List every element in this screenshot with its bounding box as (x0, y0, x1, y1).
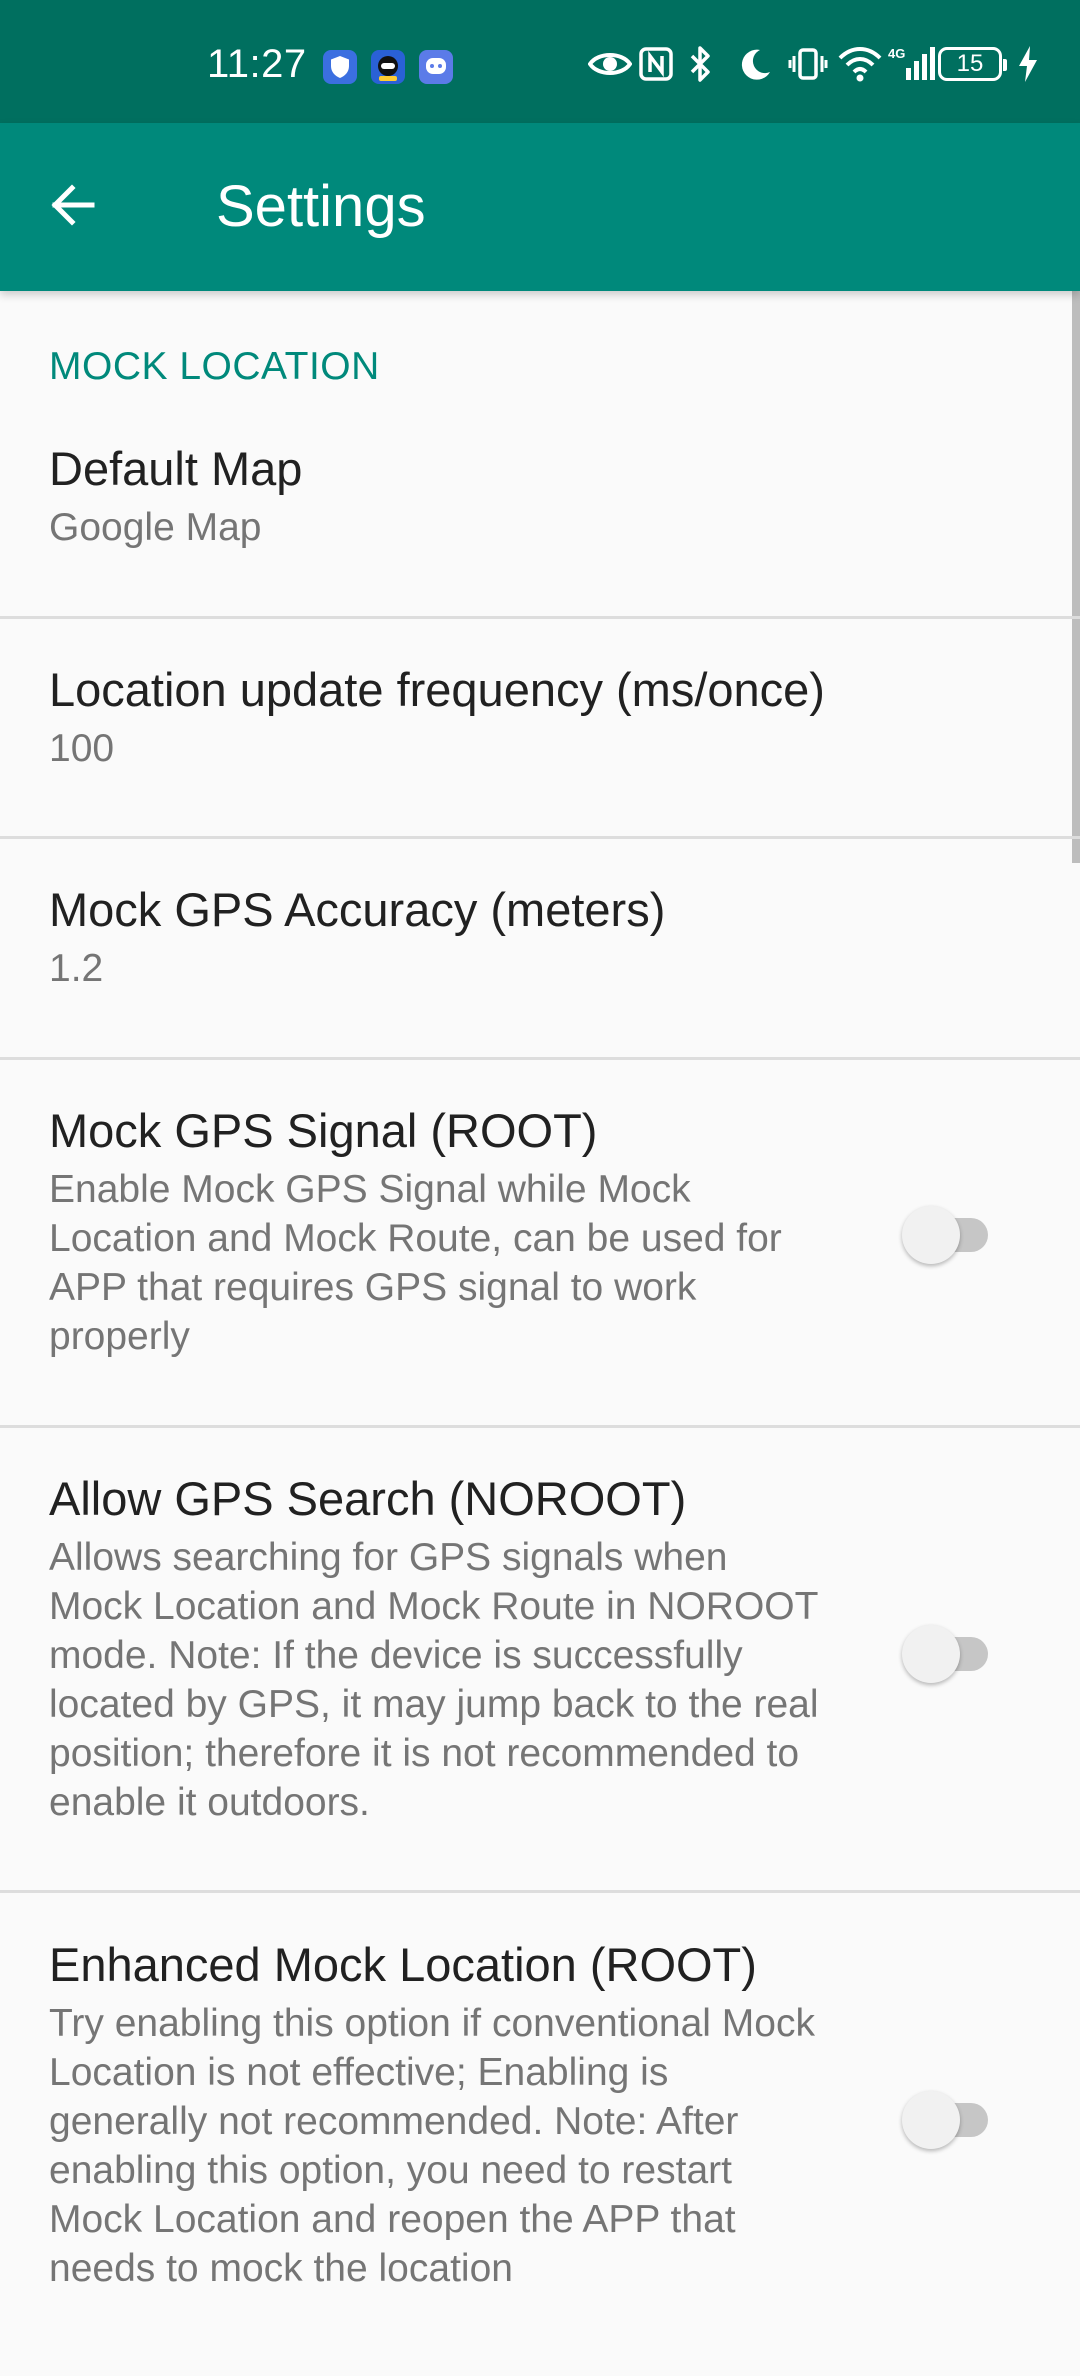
pref-summary: Google Map (49, 506, 262, 549)
pref-summary: Try enabling this option if conventional… (49, 2002, 815, 2290)
pref-title: Default Map (49, 442, 303, 495)
pref-summary: 100 (49, 727, 115, 770)
switch-thumb (902, 2091, 960, 2149)
app-bar: Settings (0, 123, 1080, 291)
pref-summary: Enable Mock GPS Signal while Mock Locati… (49, 1168, 782, 1358)
divider (0, 616, 1080, 619)
pref-title: Mock GPS Signal (ROOT) (49, 1104, 598, 1157)
pref-enhanced-mock-location[interactable]: Enhanced Mock Location (ROOT) Try enabli… (0, 1937, 1080, 2357)
wifi-icon (838, 44, 882, 84)
pref-title: Enhanced Mock Location (ROOT) (49, 1938, 757, 1991)
divider (0, 1890, 1080, 1893)
page-title: Settings (216, 174, 426, 239)
shield-app-icon (323, 50, 357, 84)
robot-app-icon (371, 50, 405, 84)
battery-icon: 15 (938, 47, 1007, 81)
pref-mock-gps-accuracy[interactable]: Mock GPS Accuracy (meters) 1.2 (0, 882, 1080, 1050)
pref-allow-gps-search[interactable]: Allow GPS Search (NOROOT) Allows searchi… (0, 1471, 1080, 1891)
status-bar: 11:27 4G 15 (0, 0, 1080, 123)
back-button[interactable] (34, 169, 110, 245)
bluetooth-icon (688, 44, 728, 84)
divider (0, 1425, 1080, 1428)
pref-location-update-frequency[interactable]: Location update frequency (ms/once) 100 (0, 662, 1080, 830)
switch-thumb (902, 1206, 960, 1264)
charging-icon (1016, 44, 1040, 84)
arrow-back-icon (46, 179, 98, 236)
pref-default-map[interactable]: Default Map Google Map (0, 441, 1080, 609)
system-icons: 4G 15 (587, 44, 1040, 84)
svg-text:4G: 4G (888, 46, 905, 61)
pref-title: Allow GPS Search (NOROOT) (49, 1472, 687, 1525)
eye-icon (587, 44, 633, 84)
settings-list[interactable]: MOCK LOCATION Default Map Google Map Loc… (0, 291, 1080, 2376)
pref-mock-gps-signal[interactable]: Mock GPS Signal (ROOT) Enable Mock GPS S… (0, 1103, 1080, 1423)
pref-title: Mock GPS Accuracy (meters) (49, 883, 666, 936)
notification-icons (323, 50, 453, 84)
vibrate-icon (788, 44, 828, 84)
status-time: 11:27 (207, 42, 307, 86)
section-header-mock-location: MOCK LOCATION (49, 345, 380, 388)
moon-icon (738, 44, 778, 84)
pref-summary: 1.2 (49, 947, 104, 990)
pref-summary: Allows searching for GPS signals when Mo… (49, 1536, 819, 1824)
divider (0, 836, 1080, 839)
nfc-icon (638, 44, 678, 84)
enhanced-mock-location-switch[interactable] (900, 2087, 1000, 2149)
mock-gps-signal-switch[interactable] (900, 1202, 1000, 1264)
divider (0, 1057, 1080, 1060)
signal-4g-icon: 4G (888, 44, 935, 84)
pref-title: Location update frequency (ms/once) (49, 663, 825, 716)
allow-gps-search-switch[interactable] (900, 1621, 1000, 1683)
chat-app-icon (419, 50, 453, 84)
switch-thumb (902, 1625, 960, 1683)
